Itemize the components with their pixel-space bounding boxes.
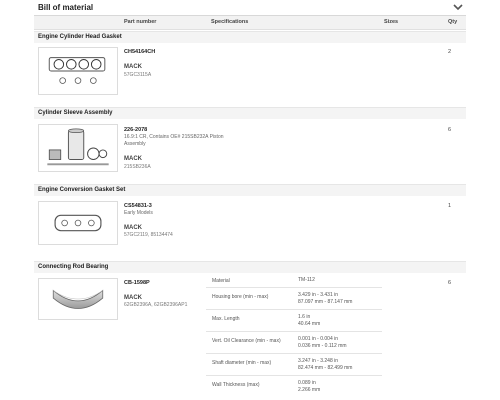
group-title: Connecting Rod Bearing [38, 264, 109, 270]
spec-value-metric: 0.036 mm - 0.112 mm [298, 343, 347, 349]
quantity: 1 [448, 203, 452, 209]
spec-label: Shaft diameter (min - max) [212, 360, 272, 366]
gasket-set-icon [48, 57, 106, 84]
group-title: Engine Conversion Gasket Set [38, 187, 126, 193]
spec-row: Housing bore (min - max) 3.429 in - 3.43… [206, 287, 382, 309]
part-image[interactable] [38, 201, 118, 245]
spec-row: Max. Length 1.6 in 40.64 mm [206, 309, 382, 331]
part-number[interactable]: CB-1598P [124, 280, 150, 286]
spec-row: Wall Thickness (max) 0.089 in 2.266 mm [206, 375, 382, 397]
spec-value: 3.429 in - 3.431 in [298, 292, 339, 298]
col-part-number: Part number [124, 19, 157, 25]
spec-value-metric: 87.097 mm - 87.147 mm [298, 299, 353, 305]
spec-label: Housing bore (min - max) [212, 294, 269, 300]
brand-part-numbers: 215SB236A [124, 164, 151, 170]
quantity: 6 [448, 280, 452, 286]
brand-part-numbers: 62GB2396A, 62GB2396AP1 [124, 302, 188, 308]
cylinder-kit-icon [47, 128, 109, 166]
spec-label: Vert. Oil Clearance (min - max) [212, 338, 281, 344]
spec-table: Material TM-112 Housing bore (min - max)… [206, 273, 382, 400]
col-sizes: Sizes [384, 19, 399, 25]
part-image[interactable] [38, 124, 118, 172]
spec-row: Material TM-112 [206, 273, 382, 287]
bill-of-material-header[interactable]: Bill of material [34, 0, 466, 16]
brand-name: MACK [124, 295, 142, 301]
bearing-icon [52, 289, 104, 309]
spec-label: Material [212, 278, 230, 284]
spec-row: Shaft diameter (min - max) 3.247 in - 3.… [206, 353, 382, 375]
part-description: Early Models [124, 210, 153, 216]
spec-value: TM-112 [298, 277, 315, 283]
spec-row: Vert. Oil Clearance (min - max) 0.001 in… [206, 331, 382, 353]
column-header-row: Part number Specifications Sizes Qty [34, 16, 466, 30]
spec-value-metric: 82.474 mm - 82.499 mm [298, 365, 353, 371]
spec-value: 0.089 in [298, 380, 316, 386]
col-qty: Qty [448, 19, 458, 25]
group-title: Cylinder Sleeve Assembly [38, 110, 113, 116]
part-image[interactable] [38, 47, 118, 95]
spec-label: Wall Thickness (max) [212, 382, 260, 388]
col-specifications: Specifications [211, 19, 249, 25]
part-number[interactable]: CH54164CH [124, 49, 155, 55]
spec-value: 3.247 in - 3.248 in [298, 358, 339, 364]
brand-name: MACK [124, 225, 142, 231]
part-description: 16.9:1 CR, Contains OE# 215SB232A Piston… [124, 134, 224, 147]
brand-name: MACK [124, 64, 142, 70]
quantity: 2 [448, 49, 452, 55]
brand-part-numbers: 57GC2119, 85134474 [124, 232, 173, 238]
spec-label: Max. Length [212, 316, 240, 322]
part-image[interactable] [38, 278, 118, 320]
spec-value: 0.001 in - 0.004 in [298, 336, 339, 342]
spec-value-metric: 40.64 mm [298, 321, 321, 327]
part-number[interactable]: 226-2078 [124, 127, 147, 133]
chevron-down-icon[interactable] [452, 1, 464, 13]
section-title: Bill of material [38, 3, 94, 12]
brand-name: MACK [124, 156, 142, 162]
brand-part-numbers: 57GC3115A [124, 72, 152, 78]
group-title: Engine Cylinder Head Gasket [38, 34, 122, 40]
gasket-icon [54, 214, 102, 232]
spec-value-metric: 2.266 mm [298, 387, 321, 393]
quantity: 6 [448, 127, 452, 133]
spec-value: 1.6 in [298, 314, 311, 320]
part-number[interactable]: CS54831-3 [124, 203, 152, 209]
